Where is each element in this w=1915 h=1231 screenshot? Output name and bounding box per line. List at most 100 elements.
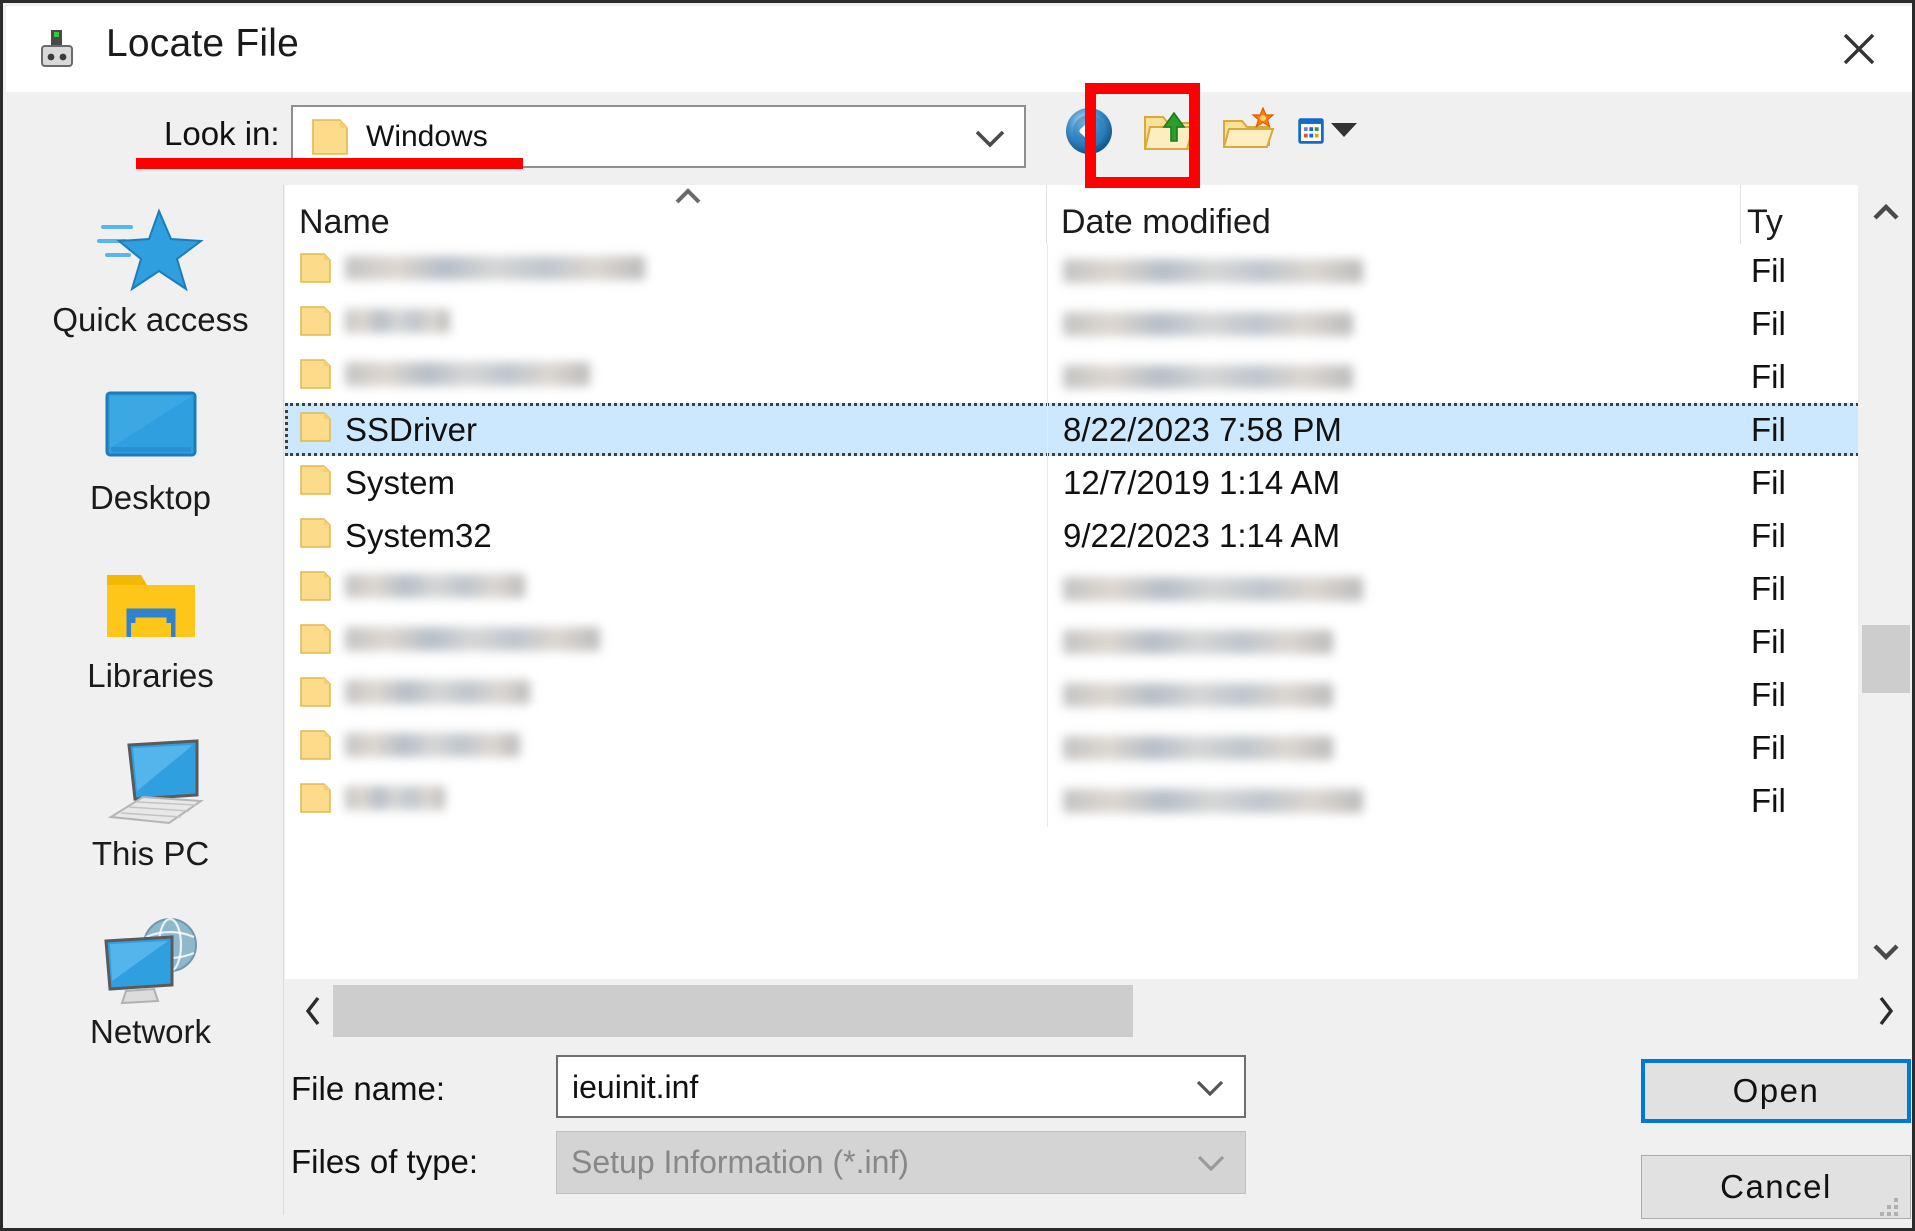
folder-icon xyxy=(299,516,333,555)
date-modified-cell xyxy=(1063,721,1333,774)
table-row[interactable]: Fil xyxy=(285,668,1912,721)
file-name-cell xyxy=(299,244,645,297)
chevron-down-icon[interactable] xyxy=(1192,1076,1228,1100)
open-button[interactable]: Open xyxy=(1641,1059,1911,1123)
chevron-down-icon[interactable] xyxy=(972,125,1008,151)
table-row[interactable]: Fil xyxy=(285,244,1912,297)
date-modified-cell xyxy=(1063,562,1363,615)
chevron-right-icon[interactable] xyxy=(1858,979,1912,1043)
file-name-cell xyxy=(299,615,600,668)
column-divider xyxy=(1047,456,1048,509)
type-cell: Fil xyxy=(1751,304,1786,342)
file-name-cell: SSDriver xyxy=(299,403,477,456)
vertical-scrollbar-thumb[interactable] xyxy=(1862,625,1910,693)
horizontal-scrollbar[interactable] xyxy=(285,979,1912,1043)
network-globe-icon xyxy=(96,915,206,1007)
sidebar-item-this-pc[interactable]: This PC xyxy=(17,737,283,902)
sidebar-item-desktop[interactable]: Desktop xyxy=(17,381,283,546)
look-in-value: Windows xyxy=(366,120,488,153)
table-row[interactable]: Fil xyxy=(285,350,1912,403)
up-one-level-button[interactable] xyxy=(1138,100,1200,162)
close-icon[interactable] xyxy=(1803,6,1912,92)
file-name-text xyxy=(345,627,600,656)
vertical-scrollbar[interactable] xyxy=(1858,185,1912,979)
cancel-button[interactable]: Cancel xyxy=(1641,1155,1911,1219)
table-row[interactable]: Fil xyxy=(285,721,1912,774)
type-cell: Fil xyxy=(1751,781,1786,819)
file-name-text xyxy=(345,680,530,709)
table-row[interactable]: SSDriver 8/22/2023 7:58 PM Fil xyxy=(285,403,1912,456)
table-row[interactable]: System32 9/22/2023 1:14 AM Fil xyxy=(285,509,1912,562)
file-name-input[interactable]: ieuinit.inf xyxy=(556,1055,1246,1118)
sidebar-item-libraries[interactable]: Libraries xyxy=(17,559,283,724)
date-modified-cell: 8/22/2023 7:58 PM xyxy=(1063,410,1342,448)
folder-icon xyxy=(299,675,333,714)
date-modified-cell xyxy=(1063,774,1363,827)
file-name-cell: System xyxy=(299,456,455,509)
file-name-text xyxy=(345,256,645,285)
folder-icon xyxy=(299,251,333,290)
date-modified-cell: 12/7/2019 1:14 AM xyxy=(1063,463,1341,501)
places-sidebar: Quick access Desktop Libraries This PC N… xyxy=(17,185,284,1215)
folder-icon xyxy=(299,463,333,502)
type-cell: Fil xyxy=(1751,357,1786,395)
horizontal-scrollbar-thumb[interactable] xyxy=(333,985,1133,1037)
folder-icon xyxy=(299,357,333,396)
table-row[interactable]: Fil xyxy=(285,615,1912,668)
sort-ascending-icon xyxy=(671,185,705,206)
file-name-text: SSDriver xyxy=(345,410,478,448)
create-new-folder-button[interactable] xyxy=(1218,100,1280,162)
file-name-label: File name: xyxy=(291,1070,446,1107)
folder-icon xyxy=(299,569,333,608)
chevron-down-icon[interactable] xyxy=(1193,1151,1229,1175)
back-button[interactable] xyxy=(1058,100,1120,162)
sidebar-item-label: Network xyxy=(89,1013,212,1050)
column-headers: Name Date modified Ty xyxy=(285,185,1912,244)
resize-grip-icon[interactable] xyxy=(1876,1194,1902,1220)
column-divider xyxy=(1047,774,1048,827)
file-name-text xyxy=(345,309,450,338)
file-name-text xyxy=(345,574,525,603)
date-modified-cell xyxy=(1063,244,1363,297)
column-header-name[interactable]: Name xyxy=(299,185,1047,244)
column-header-date-modified[interactable]: Date modified xyxy=(1061,185,1741,244)
type-cell: Fil xyxy=(1751,622,1786,660)
look-in-label: Look in: xyxy=(164,115,280,152)
annotation-underline xyxy=(136,158,523,169)
file-name-cell xyxy=(299,562,525,615)
file-name-text xyxy=(345,362,590,391)
table-row[interactable]: System 12/7/2019 1:14 AM Fil xyxy=(285,456,1912,509)
column-divider xyxy=(1047,297,1048,350)
date-modified-cell xyxy=(1063,297,1353,350)
chevron-down-icon[interactable] xyxy=(1858,923,1912,979)
chevron-up-icon[interactable] xyxy=(1858,185,1912,241)
file-name-cell xyxy=(299,774,445,827)
sidebar-item-label: This PC xyxy=(91,835,210,872)
column-divider xyxy=(1047,721,1048,774)
views-button[interactable] xyxy=(1298,100,1360,162)
table-row[interactable]: Fil xyxy=(285,774,1912,827)
type-cell: Fil xyxy=(1751,463,1786,501)
column-header-label: Date modified xyxy=(1061,203,1271,241)
type-cell: Fil xyxy=(1751,675,1786,713)
column-header-type[interactable]: Ty xyxy=(1747,185,1857,244)
table-row[interactable]: Fil xyxy=(285,297,1912,350)
file-name-cell xyxy=(299,350,590,403)
table-row[interactable]: Fil xyxy=(285,562,1912,615)
column-divider xyxy=(1047,668,1048,721)
column-divider xyxy=(1047,244,1048,297)
folder-icon xyxy=(299,781,333,820)
plug-device-icon xyxy=(34,26,80,72)
folder-icon xyxy=(299,304,333,343)
column-divider xyxy=(1047,403,1048,456)
title-bar: Locate File xyxy=(6,6,1912,92)
file-name-text xyxy=(345,786,445,815)
files-of-type-select[interactable]: Setup Information (*.inf) xyxy=(556,1131,1246,1194)
sidebar-item-quick-access[interactable]: Quick access xyxy=(17,203,283,368)
folder-icon xyxy=(299,410,333,449)
column-header-label: Ty xyxy=(1747,203,1783,241)
folder-icon xyxy=(299,728,333,767)
sidebar-item-network[interactable]: Network xyxy=(17,915,283,1080)
chevron-down-icon[interactable] xyxy=(1328,118,1360,145)
folder-icon xyxy=(310,118,350,157)
